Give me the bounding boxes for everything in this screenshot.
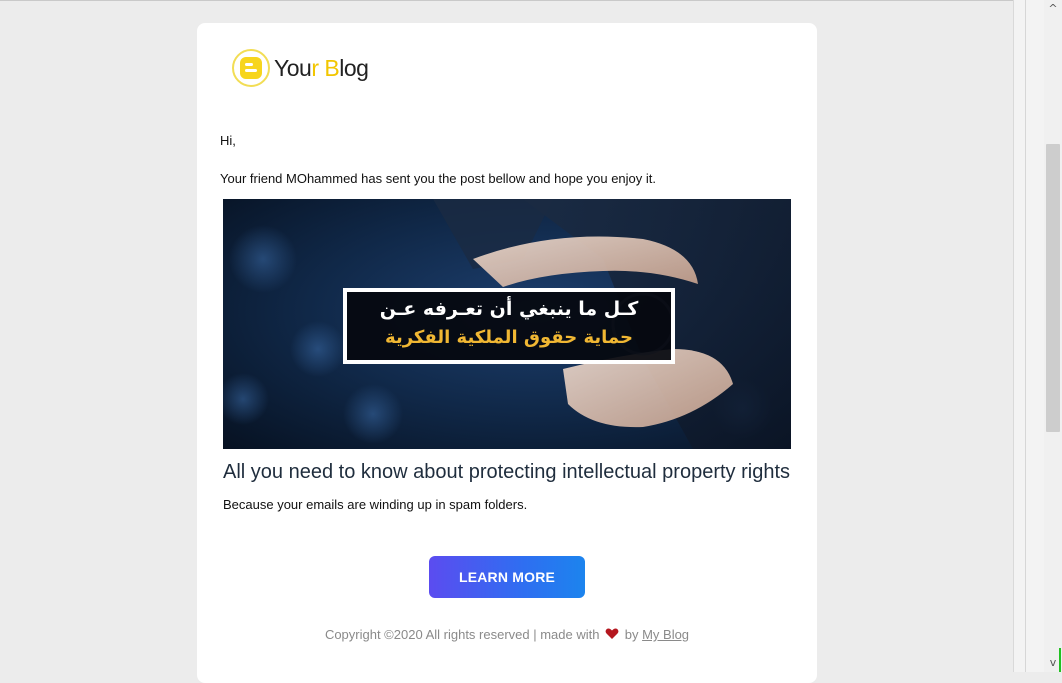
email-card: Your Blog Hi, Your friend MOhammed has s… [197, 23, 817, 683]
learn-more-button[interactable]: LEARN MORE [429, 556, 585, 598]
post-hero-image[interactable]: كـل ما ينبغي أن تعـرفه عـن حماية حقوق ال… [223, 199, 791, 449]
footer-copyright-text: Copyright ©2020 All rights reserved | ma… [324, 627, 600, 642]
scrollbar-thumb[interactable] [1046, 144, 1060, 432]
post-summary: Because your emails are winding up in sp… [223, 497, 528, 512]
logo-text-part1: You [274, 54, 312, 81]
blogger-icon [232, 49, 270, 87]
email-greeting: Hi, [220, 133, 236, 148]
logo-text: Your Blog [274, 54, 369, 82]
scroll-up-arrow-icon[interactable]: ^ [1046, 2, 1060, 16]
post-title[interactable]: All you need to know about protecting in… [223, 461, 790, 484]
blog-logo[interactable]: Your Blog [232, 47, 369, 89]
status-marker [1059, 648, 1061, 672]
footer-blog-link[interactable]: My Blog [642, 627, 689, 642]
scrollbar-gutter-line [1025, 0, 1026, 672]
logo-text-accent: r B [311, 54, 340, 81]
hero-arabic-line2: حماية حقوق الملكية الفكرية [385, 327, 633, 348]
heart-icon [605, 628, 619, 643]
scroll-down-arrow-icon[interactable]: v [1046, 656, 1060, 670]
hero-title-box: كـل ما ينبغي أن تعـرفه عـن حماية حقوق ال… [343, 288, 675, 364]
hero-arabic-line1: كـل ما ينبغي أن تعـرفه عـن [379, 298, 639, 320]
footer-by-text: by [624, 627, 639, 642]
logo-text-part2: log [339, 54, 369, 81]
email-intro: Your friend MOhammed has sent you the po… [220, 171, 657, 186]
footer: Copyright ©2020 All rights reserved | ma… [197, 627, 817, 643]
window-top-border [0, 0, 1014, 1]
